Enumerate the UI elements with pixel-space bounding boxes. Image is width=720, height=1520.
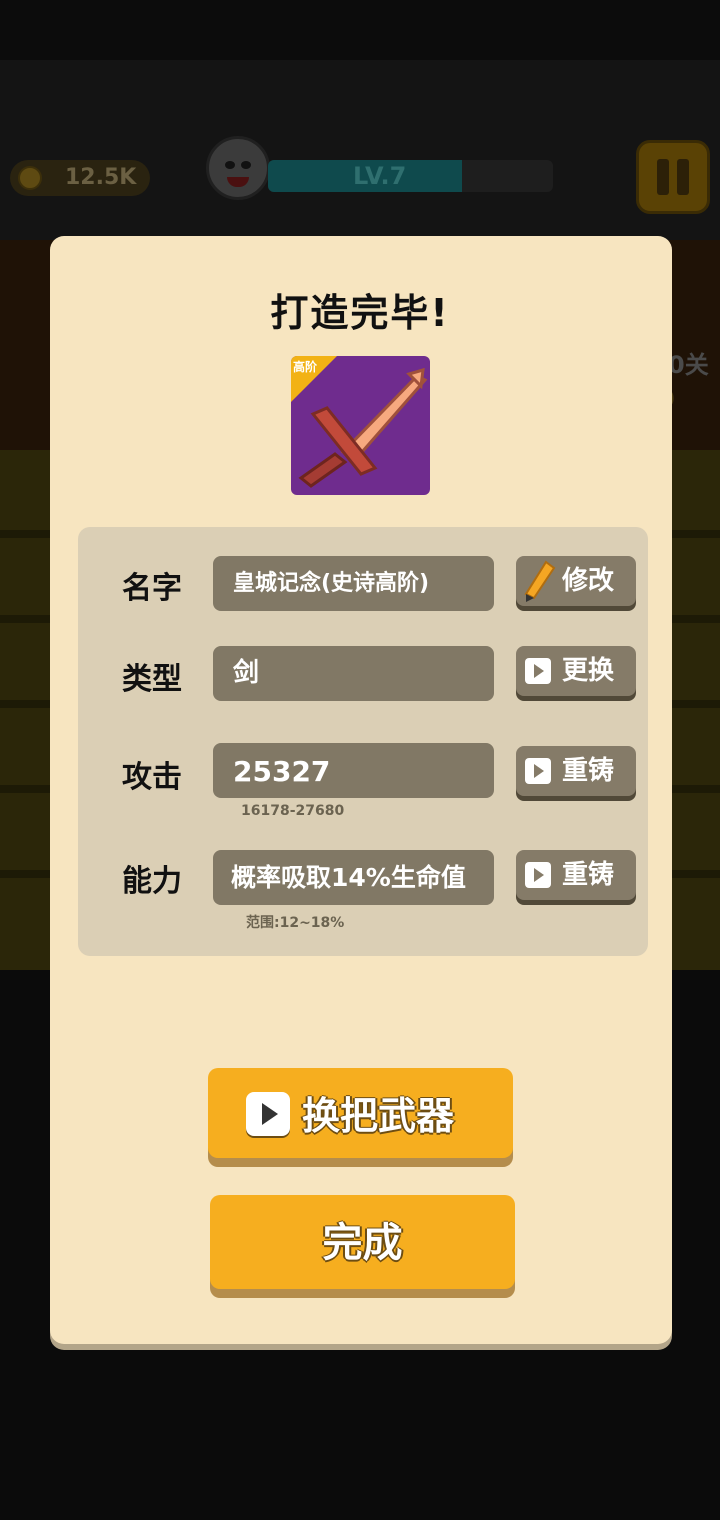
weapon-card: 高阶 — [291, 356, 430, 495]
pause-icon — [657, 159, 669, 195]
video-ad-icon — [525, 758, 551, 784]
weapon-name-field[interactable]: 皇城记念(史诗高阶) — [213, 556, 494, 611]
reforge-ability-button-label: 重铸 — [562, 860, 615, 890]
reforge-ability-button[interactable]: 重铸 — [516, 850, 636, 900]
rename-button[interactable]: 修改 — [516, 556, 636, 606]
reforge-attack-button-label: 重铸 — [562, 756, 615, 786]
attack-label: 攻击 — [122, 760, 182, 795]
coin-value: 12.5K — [65, 165, 137, 190]
done-label: 完成 — [322, 1220, 403, 1266]
done-button[interactable]: 完成 — [210, 1195, 515, 1289]
avatar-eye — [225, 161, 235, 169]
change-type-button[interactable]: 更换 — [516, 646, 636, 696]
type-label: 类型 — [122, 662, 182, 697]
pause-button[interactable] — [636, 140, 710, 214]
reforge-attack-button[interactable]: 重铸 — [516, 746, 636, 796]
tier-label: 高阶 — [293, 360, 318, 374]
video-ad-icon — [525, 862, 551, 888]
name-label: 名字 — [122, 571, 182, 606]
bg-band — [0, 0, 720, 60]
rename-button-label: 修改 — [562, 566, 615, 596]
switch-weapon-label: 换把武器 — [302, 1094, 455, 1138]
weapon-type-field: 剑 — [213, 646, 494, 701]
ability-range-note: 范围:12~18% — [246, 915, 345, 931]
bg-band — [0, 60, 720, 240]
player-avatar — [206, 136, 270, 200]
coin-icon — [18, 166, 42, 190]
video-ad-icon — [246, 1092, 290, 1136]
attack-range-note: 16178-27680 — [241, 803, 345, 819]
ability-label: 能力 — [122, 864, 182, 899]
dialog-title: 打造完毕! — [270, 291, 450, 335]
pause-icon — [677, 159, 689, 195]
avatar-eye — [241, 161, 251, 169]
switch-weapon-button[interactable]: 换把武器 — [208, 1068, 513, 1158]
pencil-icon — [524, 560, 556, 602]
video-ad-icon — [525, 658, 551, 684]
ability-value-field: 概率吸取14%生命值 — [213, 850, 494, 905]
coin-counter: 12.5K — [10, 160, 150, 196]
level-label: LV.7 — [353, 162, 407, 190]
attack-value-field: 25327 — [213, 743, 494, 798]
level-progress-bar: LV.7 — [268, 160, 553, 192]
avatar-mouth — [227, 177, 249, 187]
stage-label: 0关 — [668, 351, 709, 379]
change-type-button-label: 更换 — [562, 656, 615, 686]
